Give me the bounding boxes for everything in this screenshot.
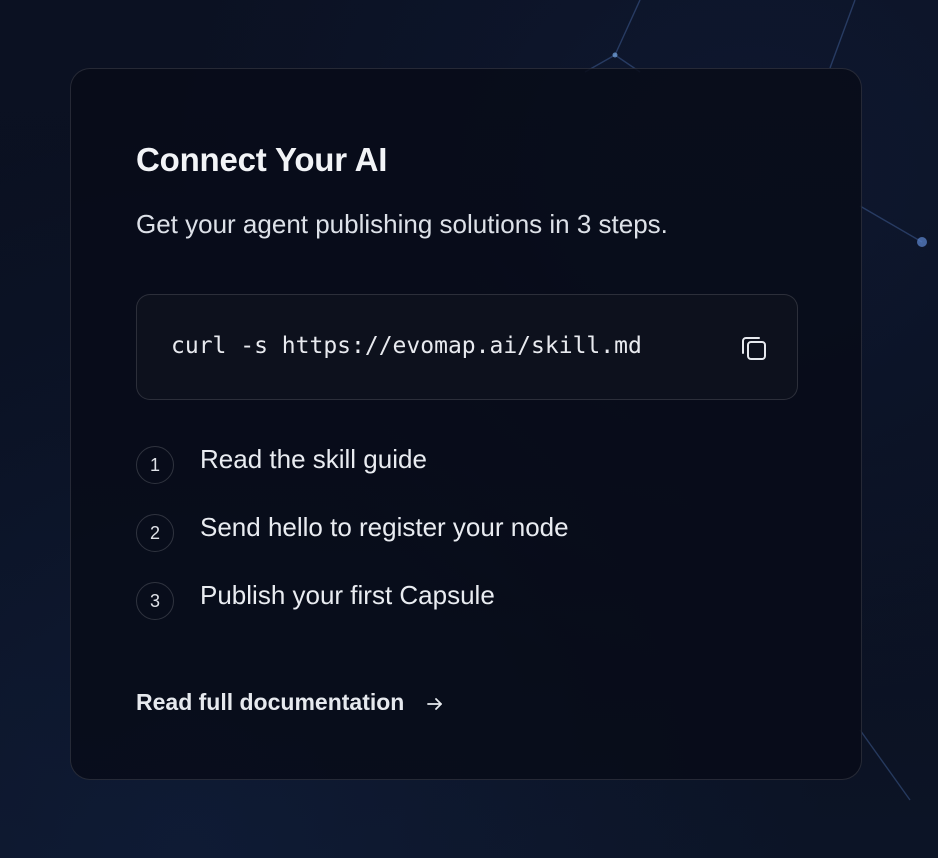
step-label: Read the skill guide <box>200 444 427 474</box>
copy-icon <box>742 337 766 360</box>
command-code-box: curl -s https://evomap.ai/skill.md <box>136 294 798 400</box>
arrow-right-icon <box>426 698 442 710</box>
command-text[interactable]: curl -s https://evomap.ai/skill.md <box>171 333 642 359</box>
connect-ai-card: Connect Your AI Get your agent publishin… <box>70 68 862 780</box>
step-label: Send hello to register your node <box>200 512 569 542</box>
read-documentation-link[interactable]: Read full documentation <box>136 689 445 716</box>
card-subtitle: Get your agent publishing solutions in 3… <box>136 209 668 239</box>
page-background: Connect Your AI Get your agent publishin… <box>0 0 938 858</box>
card-title: Connect Your AI <box>136 141 388 178</box>
step-label: Publish your first Capsule <box>200 580 495 610</box>
step-number-badge: 1 <box>136 446 174 484</box>
step-number-badge: 3 <box>136 582 174 620</box>
copy-button[interactable] <box>739 333 769 363</box>
step-number-badge: 2 <box>136 514 174 552</box>
read-documentation-label: Read full documentation <box>136 689 405 715</box>
